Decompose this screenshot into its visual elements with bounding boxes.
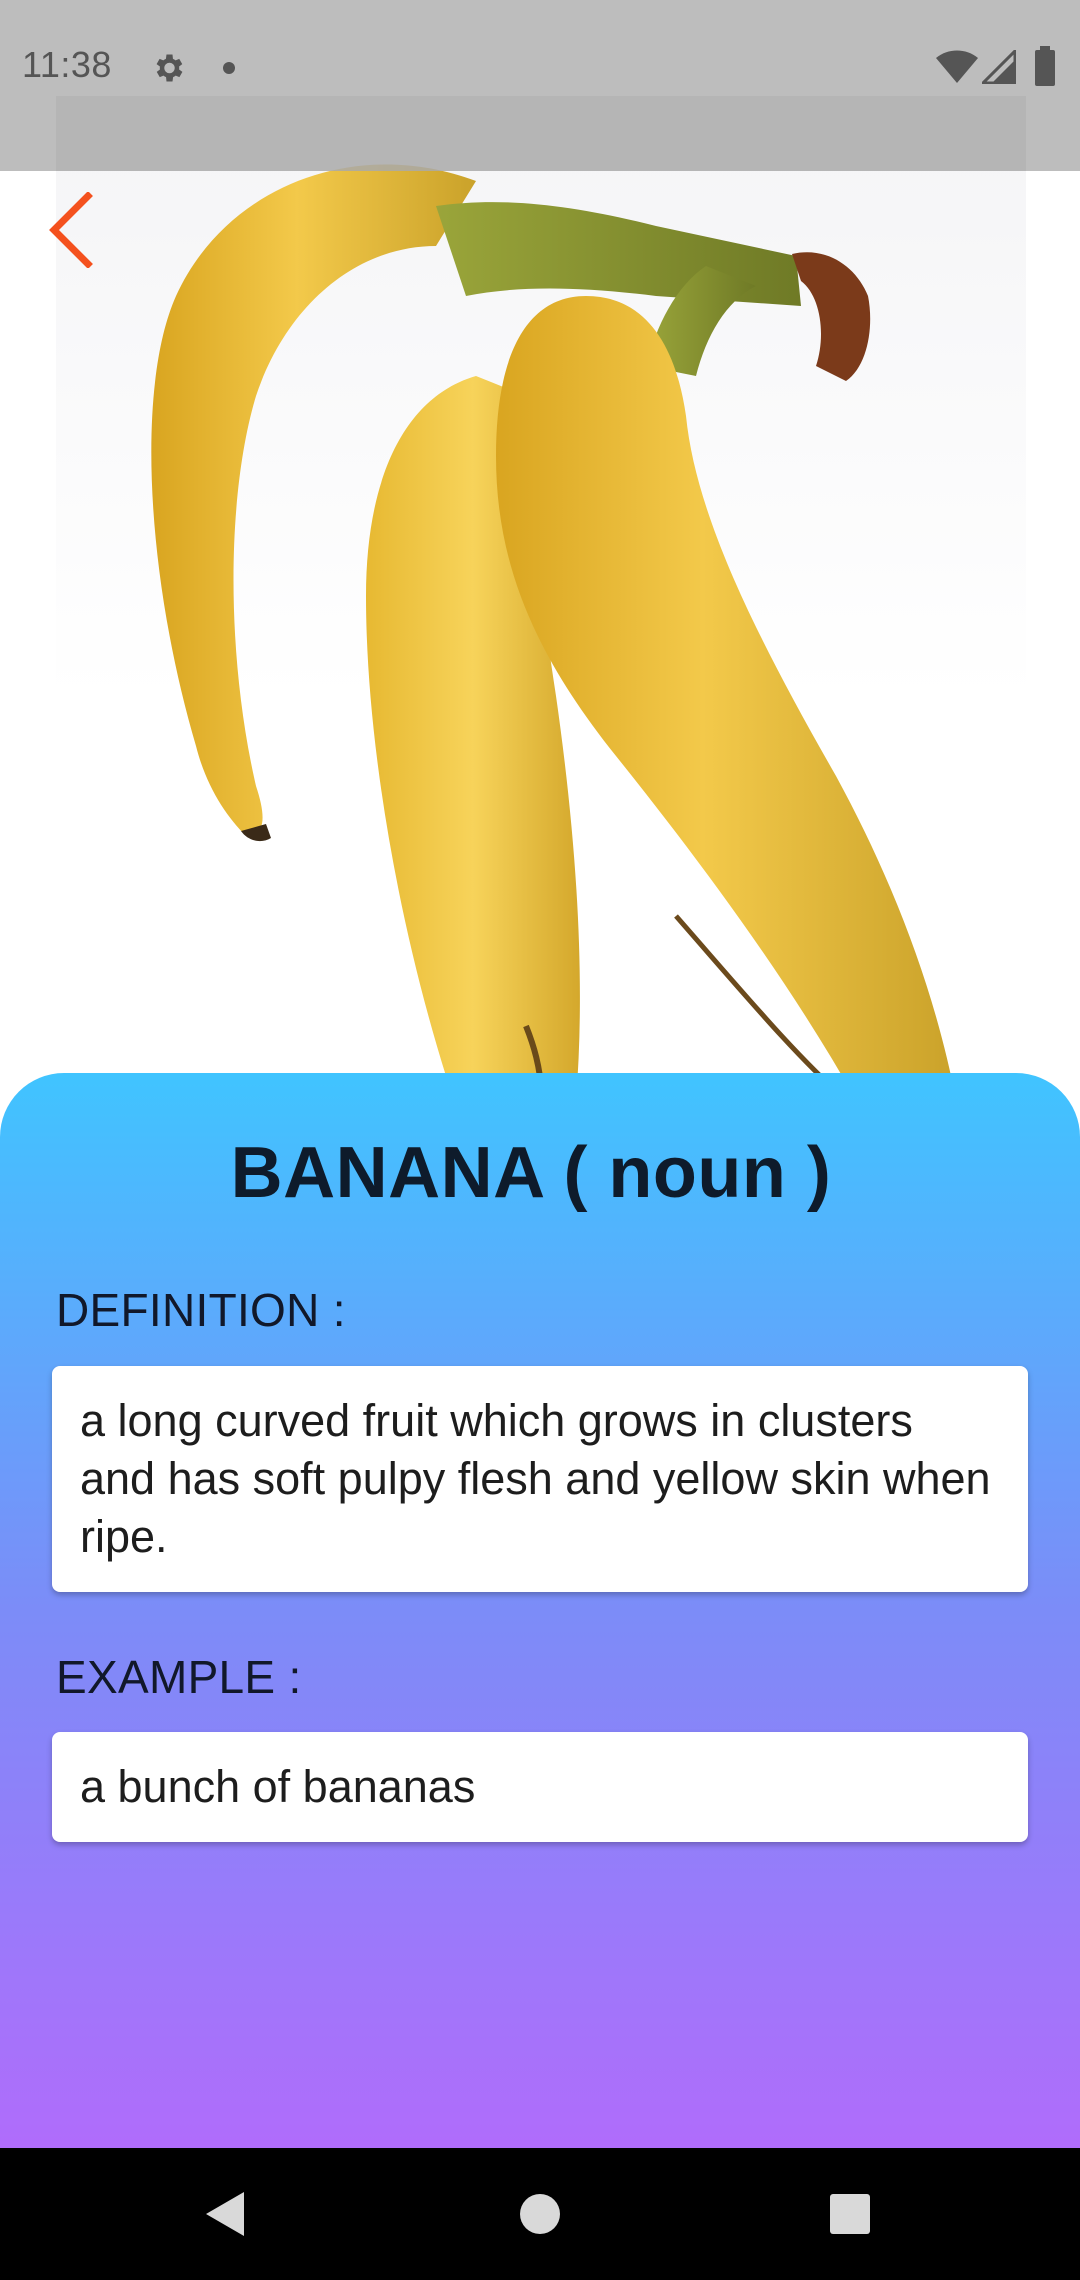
word-detail-screen: 11:38 BANANA ( noun ) DEFINITION : a lon… [0, 0, 1080, 2280]
status-bar: 11:38 [0, 0, 1080, 171]
nav-recents-icon [830, 2194, 870, 2234]
status-bar-background-right [1026, 96, 1080, 171]
definition-text: a long curved fruit which grows in clust… [80, 1395, 991, 1562]
nav-home-icon [520, 2194, 560, 2234]
battery-icon [1034, 46, 1056, 91]
navigation-bar [0, 2148, 1080, 2280]
back-button[interactable] [36, 190, 106, 270]
nav-recents-button[interactable] [784, 2148, 916, 2280]
dot-icon [222, 61, 236, 80]
word-card [0, 1073, 1080, 2148]
nav-back-icon [206, 2192, 244, 2236]
nav-back-button[interactable] [160, 2148, 292, 2280]
status-bar-background-left [0, 96, 56, 171]
example-box: a bunch of bananas [52, 1732, 1028, 1842]
example-label: EXAMPLE : [56, 1651, 302, 1703]
banana-illustration [151, 164, 956, 1100]
status-time: 11:38 [22, 44, 112, 85]
chevron-left-icon [49, 192, 93, 268]
definition-box: a long curved fruit which grows in clust… [52, 1366, 1028, 1592]
gear-icon [150, 50, 186, 91]
wifi-icon [936, 50, 978, 89]
signal-icon [979, 47, 1017, 89]
word-title: BANANA ( noun ) [230, 1133, 832, 1213]
banana-photo [56, 96, 1026, 1100]
example-text: a bunch of bananas [80, 1761, 476, 1812]
nav-home-button[interactable] [474, 2148, 606, 2280]
definition-label: DEFINITION : [56, 1284, 346, 1336]
